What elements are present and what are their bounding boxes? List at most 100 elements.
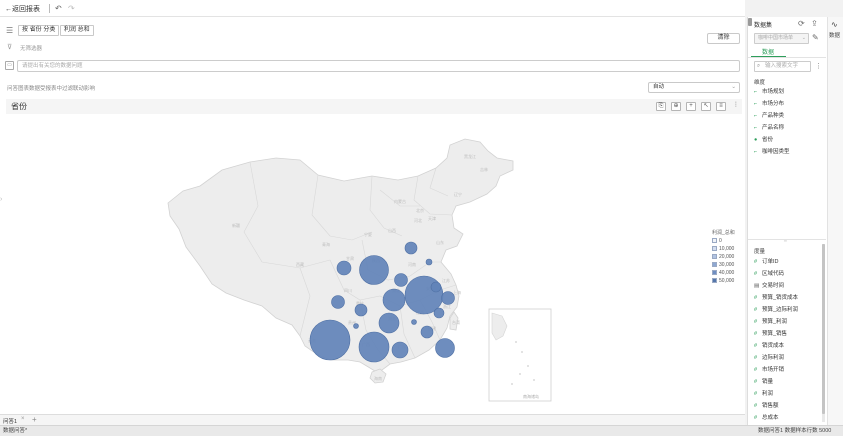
refresh-icon[interactable]: ⟳ [798, 19, 805, 28]
measure-field[interactable]: # 利润 [754, 389, 773, 399]
dimension-field[interactable]: ⌐ 咖啡因类型 [754, 147, 790, 157]
chevron-down-icon: ⌄ [801, 35, 806, 41]
measure-field[interactable]: # 销货成本 [754, 341, 784, 351]
measure-field[interactable]: # 预算_销售 [754, 329, 787, 339]
hash-icon: # [754, 271, 758, 277]
bubble[interactable] [391, 341, 409, 359]
hash-icon: # [754, 367, 758, 373]
measure-field[interactable]: # 订单ID [754, 257, 779, 267]
data-pulse-icon[interactable]: ∿ [831, 20, 838, 29]
dimension-icon: ⌐ [754, 149, 758, 155]
map-label: 四川 [344, 288, 352, 293]
add-tab-button[interactable]: + [32, 415, 37, 424]
map-label: 河南 [408, 261, 416, 267]
hash-icon: # [754, 259, 758, 265]
bubble[interactable] [411, 319, 417, 325]
dataset-select[interactable]: 咖啡中国市场单 ⌄ [754, 33, 809, 44]
measure-field[interactable]: # 边际利润 [754, 353, 784, 363]
measure-field[interactable]: # 销量 [754, 377, 773, 387]
more-icon[interactable]: ⋮ [815, 62, 822, 70]
legend-item: 0 [712, 237, 735, 245]
dataset-header: 数据集 [754, 23, 773, 29]
map-label: 山东 [436, 239, 444, 245]
bubble[interactable] [309, 319, 351, 361]
bubble[interactable] [425, 258, 433, 266]
bubble[interactable] [430, 281, 442, 293]
dimension-field[interactable]: ● 省份 [754, 135, 773, 145]
bubble[interactable] [441, 291, 455, 305]
bubble[interactable] [354, 303, 368, 317]
hash-icon: # [754, 379, 758, 385]
bubble[interactable] [404, 241, 418, 255]
hash-icon: # [754, 295, 758, 301]
strip-data-label[interactable]: 数据 [829, 31, 840, 39]
inset-label: 南海诸岛 [523, 393, 539, 399]
legend-item: 10,000 [712, 245, 735, 253]
bubble[interactable] [394, 273, 408, 287]
scrollbar-thumb[interactable] [822, 244, 825, 414]
measure-field[interactable]: # 预算_利润 [754, 317, 787, 327]
tab-qa1[interactable]: 问答1 [3, 417, 17, 425]
close-tab-icon[interactable]: × [21, 416, 25, 422]
divider [748, 57, 826, 58]
upload-icon[interactable]: ⇪ [811, 19, 818, 28]
dataset-name: 咖啡中国市场单 [758, 35, 794, 41]
calendar-icon: ▤ [754, 283, 760, 289]
map-label: 江苏 [442, 277, 450, 283]
map-label: 天津 [428, 215, 436, 221]
hash-icon: # [754, 391, 758, 397]
bubble[interactable] [378, 312, 400, 334]
map-label: 北京 [416, 207, 424, 213]
measure-field[interactable]: # 预算_边际利润 [754, 305, 798, 315]
field-search-input[interactable]: ⌕ 输入搜索文字 [754, 61, 811, 72]
search-icon: ⌕ [757, 63, 761, 69]
bubble[interactable] [359, 255, 389, 285]
bubble[interactable] [382, 288, 406, 312]
dimension-field[interactable]: ⌐ 市场规划 [754, 87, 784, 97]
splitter-handle[interactable]: ═ [784, 238, 787, 243]
dimension-field[interactable]: ⌐ 市场分布 [754, 99, 784, 109]
map-label: 吉林 [480, 166, 488, 172]
bubble[interactable] [433, 307, 445, 319]
globe-icon: ● [754, 137, 758, 143]
dimension-field[interactable]: ⌐ 产品名称 [754, 123, 784, 133]
map-label: 宁夏 [364, 231, 372, 237]
dimension-field[interactable]: ⌐ 产品种类 [754, 111, 784, 121]
legend-item: 20,000 [712, 253, 735, 261]
map-label: 辽宁 [454, 191, 462, 197]
map-label: 西藏 [296, 261, 304, 267]
measure-field[interactable]: ▤ 交易时间 [754, 281, 784, 291]
bubble[interactable] [420, 325, 434, 339]
hash-icon: # [754, 403, 758, 409]
measure-field[interactable]: # 预算_销货成本 [754, 293, 798, 303]
map-label: 海南 [374, 375, 382, 381]
bubble[interactable] [336, 260, 352, 276]
map-label: 黑龙江 [464, 153, 476, 159]
divider [748, 239, 826, 240]
status-bar: 数据问答* 数据问答1 数据样本行数 5000 [0, 425, 843, 436]
measure-field[interactable]: # 市场开销 [754, 365, 784, 375]
measure-field[interactable]: # 区域代码 [754, 269, 784, 279]
map-label: 内蒙古 [394, 198, 406, 204]
measure-field[interactable]: # 销售额 [754, 401, 779, 411]
field-list-scrollbar[interactable] [822, 244, 825, 422]
panel-drag-handle[interactable] [748, 18, 752, 26]
bubble[interactable] [358, 331, 390, 363]
legend-item: 50,000 [712, 277, 735, 285]
measure-field[interactable]: # 总成本 [754, 413, 779, 423]
side-icon-strip: ∿ 数据 [827, 17, 843, 425]
hash-icon: # [754, 343, 758, 349]
edit-dataset-icon[interactable]: ✎ [812, 33, 819, 42]
map-label: 青海 [322, 241, 330, 247]
map-label: 河北 [414, 217, 422, 223]
tab-data[interactable]: 数据 [762, 47, 774, 56]
map-legend: 利润_总和 0 10,000 20,000 30,000 40,000 50,0… [712, 229, 735, 285]
hash-icon: # [754, 319, 758, 325]
dimension-icon: ⌐ [754, 89, 758, 95]
status-right: 数据问答1 数据样本行数 5000 [758, 428, 832, 434]
bubble[interactable] [435, 338, 455, 358]
dimension-icon: ⌐ [754, 113, 758, 119]
hash-icon: # [754, 355, 758, 361]
bubble[interactable] [353, 323, 359, 329]
bubble[interactable] [331, 295, 345, 309]
